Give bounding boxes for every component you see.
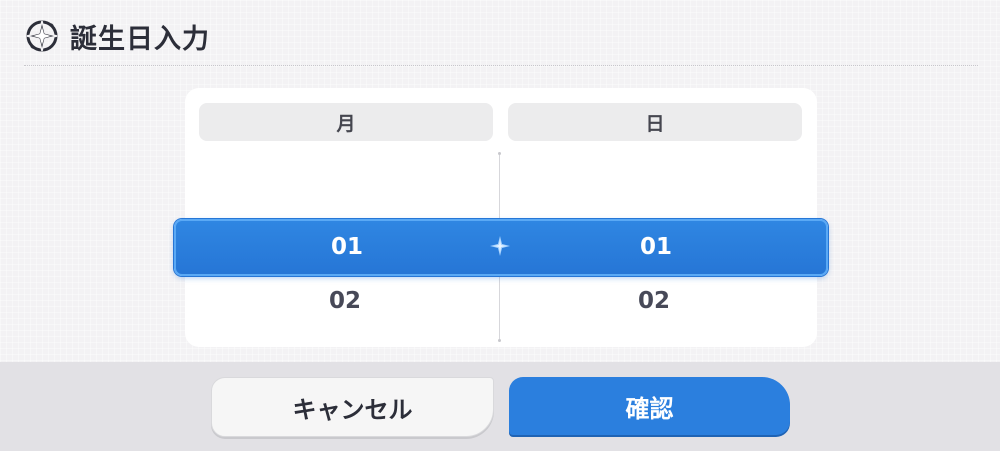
month-column-header: 月 <box>199 103 493 141</box>
dialog-title: 誕生日入力 <box>70 23 210 55</box>
month-selected-value[interactable]: 01 <box>197 234 497 260</box>
confirm-button[interactable]: 確認 <box>509 377 790 435</box>
selection-highlight: 01 01 <box>174 219 828 276</box>
dialog-footer: キャンセル 確認 <box>0 362 1000 451</box>
compass-star-icon <box>24 18 60 54</box>
day-option-next[interactable]: 02 <box>504 288 804 314</box>
header-divider <box>24 65 978 66</box>
cancel-button[interactable]: キャンセル <box>211 377 494 437</box>
day-column-header: 日 <box>508 103 802 141</box>
day-selected-value[interactable]: 01 <box>506 234 806 260</box>
month-option-next[interactable]: 02 <box>195 288 495 314</box>
dialog-header: 誕生日入力 <box>24 12 210 60</box>
date-picker-panel: 月 日 02 02 <box>185 88 817 347</box>
